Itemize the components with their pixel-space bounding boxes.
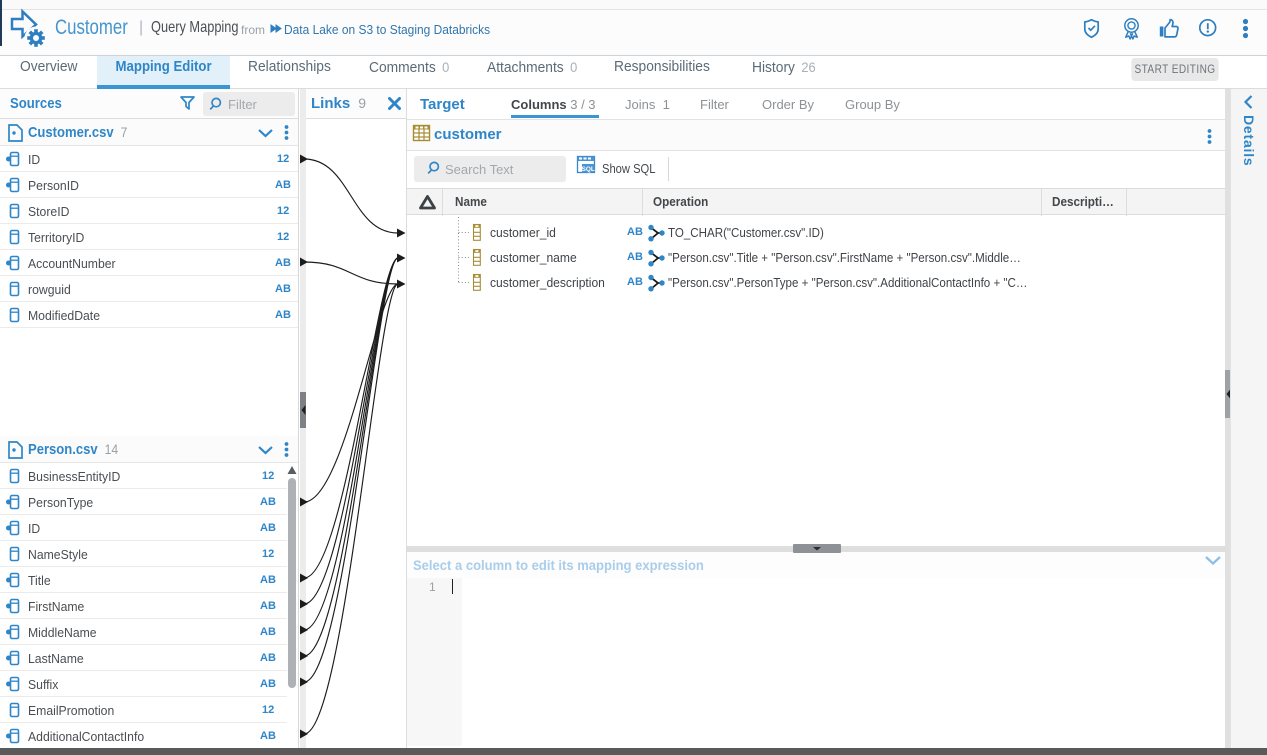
svg-text:SQL: SQL	[582, 166, 595, 173]
